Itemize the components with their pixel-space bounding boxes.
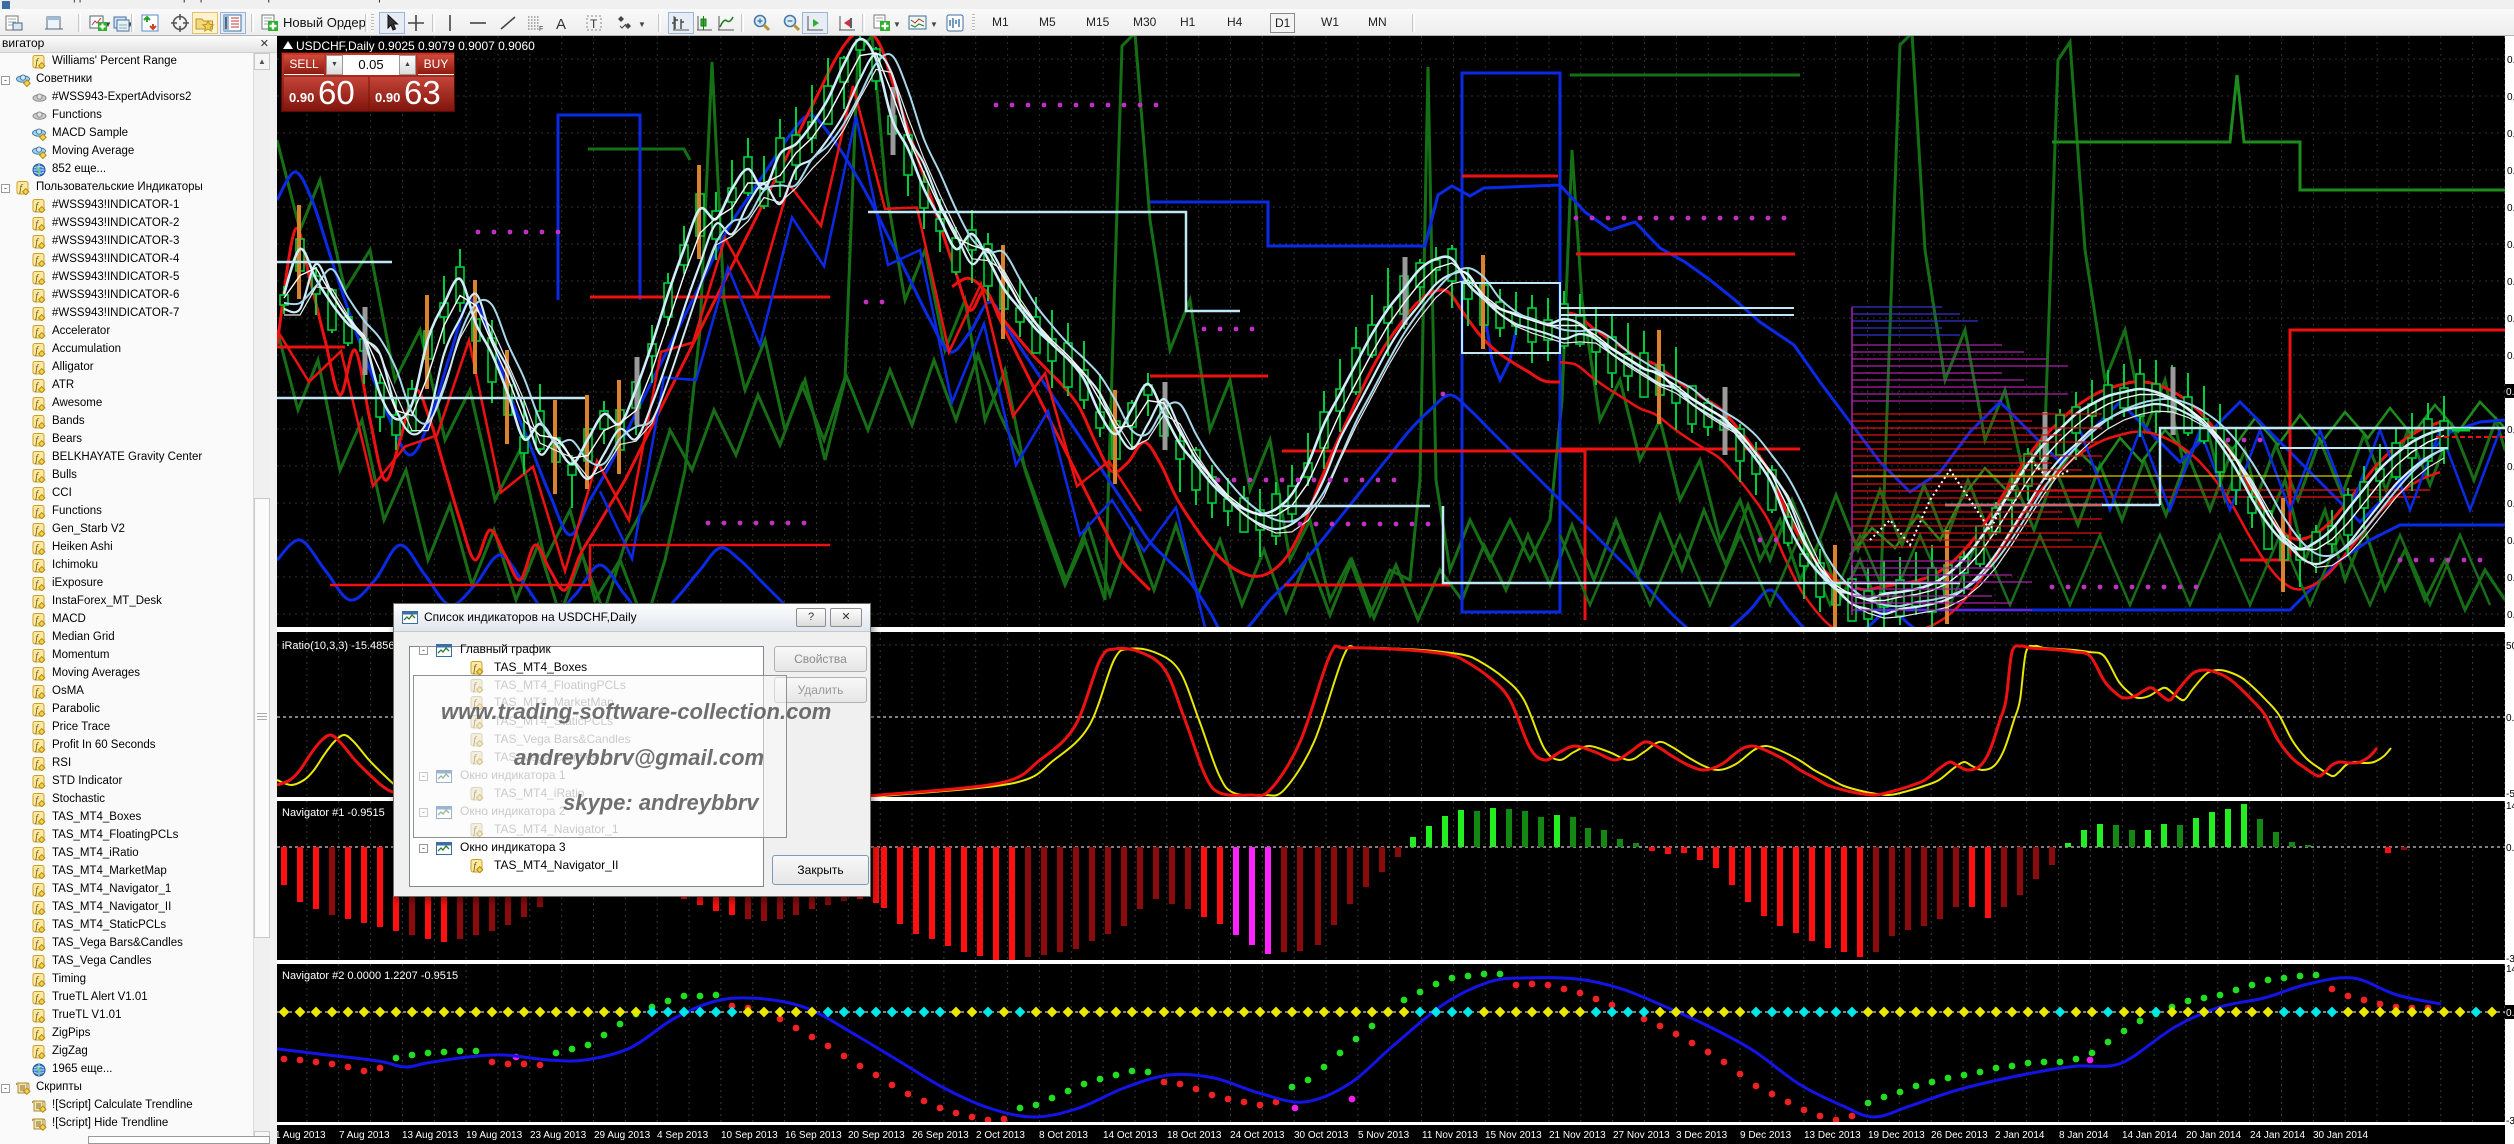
svg-text:30 Jan 2014: 30 Jan 2014 bbox=[2313, 1130, 2368, 1141]
svg-text:3 Dec 2013: 3 Dec 2013 bbox=[1676, 1130, 1728, 1141]
svg-text:20 Sep 2013: 20 Sep 2013 bbox=[848, 1130, 905, 1141]
svg-text:30 Oct 2013: 30 Oct 2013 bbox=[1294, 1130, 1349, 1141]
svg-text:14 Oct 2013: 14 Oct 2013 bbox=[1103, 1130, 1158, 1141]
svg-text:8 Oct 2013: 8 Oct 2013 bbox=[1039, 1130, 1088, 1141]
svg-text:14: 14 bbox=[2506, 801, 2514, 812]
svg-text:13 Dec 2013: 13 Dec 2013 bbox=[1804, 1130, 1861, 1141]
svg-text:21 Nov 2013: 21 Nov 2013 bbox=[1549, 1130, 1606, 1141]
svg-text:0.: 0. bbox=[2507, 55, 2514, 66]
svg-text:Navigator #2 0.0000 1.2207 -0.: Navigator #2 0.0000 1.2207 -0.9515 bbox=[282, 970, 458, 982]
svg-text:USDCHF,Daily 0.9025 0.9079 0: USDCHF,Daily 0.9025 0.9079 0.9007 0.9060 bbox=[296, 39, 535, 53]
svg-text:1 Aug 2013: 1 Aug 2013 bbox=[275, 1130, 326, 1141]
svg-text:0.: 0. bbox=[2507, 166, 2514, 177]
svg-text:26 Sep 2013: 26 Sep 2013 bbox=[912, 1130, 969, 1141]
svg-text:0.: 0. bbox=[2506, 843, 2514, 854]
svg-text:0.: 0. bbox=[2507, 240, 2514, 251]
svg-text:24 Oct 2013: 24 Oct 2013 bbox=[1230, 1130, 1285, 1141]
svg-text:0.: 0. bbox=[2507, 610, 2514, 621]
svg-text:29 Aug 2013: 29 Aug 2013 bbox=[594, 1130, 651, 1141]
svg-text:50: 50 bbox=[2506, 641, 2514, 652]
svg-text:26 Dec 2013: 26 Dec 2013 bbox=[1931, 1130, 1988, 1141]
svg-text:11 Nov 2013: 11 Nov 2013 bbox=[1422, 1130, 1478, 1141]
svg-text:0.: 0. bbox=[2507, 351, 2514, 362]
svg-text:19 Aug 2013: 19 Aug 2013 bbox=[466, 1130, 523, 1141]
svg-text:0.: 0. bbox=[2507, 277, 2514, 288]
svg-text:5 Nov 2013: 5 Nov 2013 bbox=[1358, 1130, 1410, 1141]
svg-text:18 Oct 2013: 18 Oct 2013 bbox=[1167, 1130, 1222, 1141]
svg-text:16 Sep 2013: 16 Sep 2013 bbox=[785, 1130, 842, 1141]
svg-text:15 Nov 2013: 15 Nov 2013 bbox=[1485, 1130, 1542, 1141]
svg-text:20 Jan 2014: 20 Jan 2014 bbox=[2186, 1130, 2241, 1141]
svg-text:0.: 0. bbox=[2507, 425, 2514, 436]
svg-text:-3: -3 bbox=[2506, 1116, 2514, 1127]
svg-text:27 Nov 2013: 27 Nov 2013 bbox=[1613, 1130, 1670, 1141]
svg-text:10 Sep 2013: 10 Sep 2013 bbox=[721, 1130, 778, 1141]
svg-text:0.: 0. bbox=[2507, 536, 2514, 547]
svg-text:14 Jan 2014: 14 Jan 2014 bbox=[2122, 1130, 2177, 1141]
svg-text:4 Sep 2013: 4 Sep 2013 bbox=[657, 1130, 709, 1141]
svg-text:7 Aug 2013: 7 Aug 2013 bbox=[339, 1130, 390, 1141]
svg-text:0.: 0. bbox=[2507, 129, 2514, 140]
svg-text:0.: 0. bbox=[2507, 203, 2514, 214]
svg-text:24 Jan 2014: 24 Jan 2014 bbox=[2250, 1130, 2305, 1141]
svg-text:13 Aug 2013: 13 Aug 2013 bbox=[402, 1130, 459, 1141]
svg-text:14: 14 bbox=[2506, 964, 2514, 975]
svg-text:19 Dec 2013: 19 Dec 2013 bbox=[1868, 1130, 1925, 1141]
svg-text:Navigator #1 -0.9515: Navigator #1 -0.9515 bbox=[282, 807, 385, 819]
svg-text:8 Jan 2014: 8 Jan 2014 bbox=[2059, 1130, 2109, 1141]
svg-text:23 Aug 2013: 23 Aug 2013 bbox=[530, 1130, 587, 1141]
svg-text:0.: 0. bbox=[2507, 462, 2514, 473]
svg-text:0.: 0. bbox=[2507, 92, 2514, 103]
svg-text:0.: 0. bbox=[2507, 573, 2514, 584]
svg-text:2 Oct 2013: 2 Oct 2013 bbox=[976, 1130, 1025, 1141]
svg-text:0.: 0. bbox=[2507, 499, 2514, 510]
svg-text:9 Dec 2013: 9 Dec 2013 bbox=[1740, 1130, 1792, 1141]
svg-text:0.: 0. bbox=[2506, 1008, 2514, 1019]
svg-text:0.: 0. bbox=[2506, 713, 2514, 724]
svg-text:2 Jan 2014: 2 Jan 2014 bbox=[1995, 1130, 2045, 1141]
svg-text:0.: 0. bbox=[2506, 387, 2514, 398]
svg-text:0.: 0. bbox=[2507, 314, 2514, 325]
svg-text:-5: -5 bbox=[2506, 789, 2514, 800]
